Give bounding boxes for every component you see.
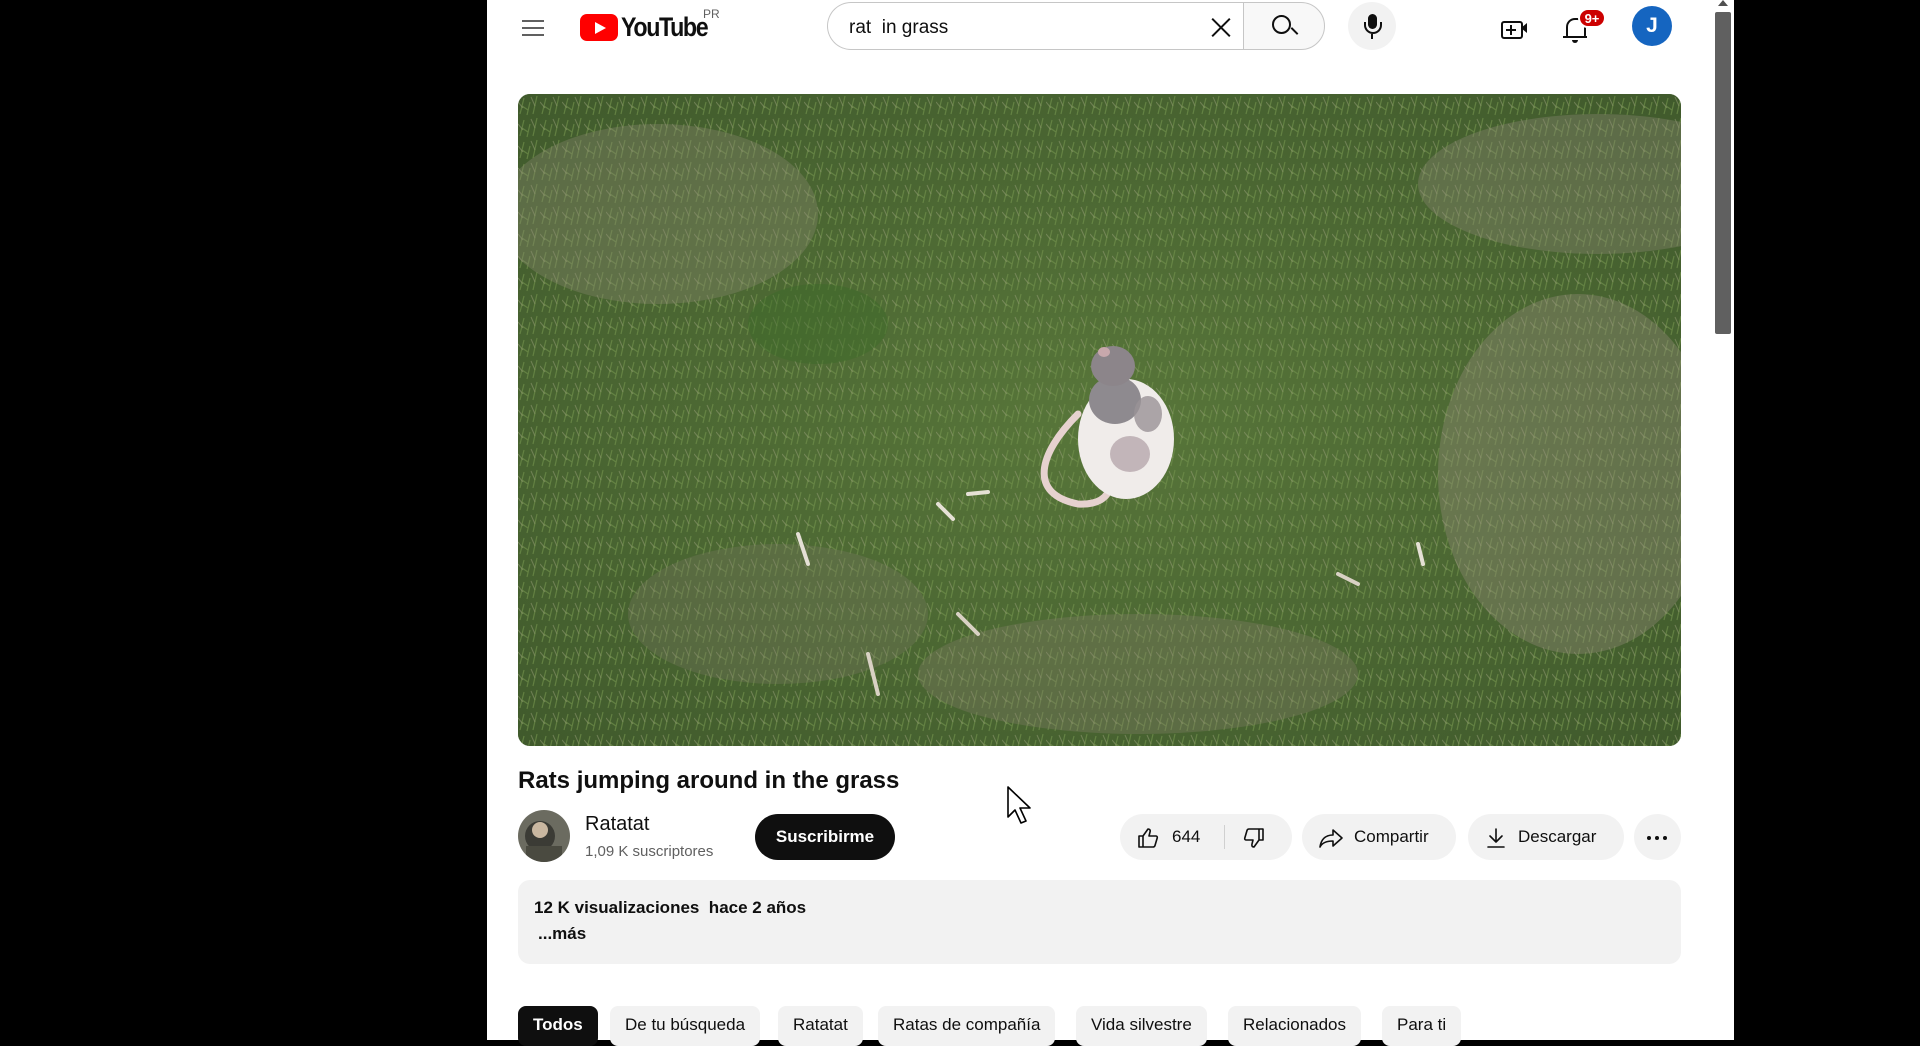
share-label: Compartir bbox=[1354, 827, 1429, 846]
view-count-and-date: 12 K visualizaciones hace 2 años bbox=[534, 898, 807, 917]
filter-chip[interactable]: Ratatat bbox=[778, 1006, 863, 1046]
clear-search-icon[interactable] bbox=[1208, 14, 1234, 40]
more-dot bbox=[1655, 836, 1659, 840]
description-box[interactable]: 12 K visualizaciones hace 2 años ...más bbox=[518, 880, 1681, 964]
search-icon-handle bbox=[1290, 27, 1299, 35]
channel-name[interactable]: Ratatat bbox=[585, 813, 649, 836]
logo-text: YouTube bbox=[621, 11, 709, 42]
video-player[interactable] bbox=[518, 94, 1681, 746]
like-divider bbox=[1224, 825, 1225, 849]
create-video-icon[interactable] bbox=[1497, 12, 1529, 44]
plus-vertical bbox=[1510, 25, 1512, 35]
filter-chip[interactable]: Vida silvestre bbox=[1076, 1006, 1207, 1046]
microphone-icon-foot bbox=[1371, 34, 1373, 39]
share-arrow-icon bbox=[1319, 829, 1343, 848]
filter-chip[interactable]: Todos bbox=[518, 1006, 598, 1046]
share-button[interactable]: Compartir bbox=[1302, 814, 1456, 860]
search-input-value[interactable]: rat in grass bbox=[849, 17, 948, 39]
download-button[interactable]: Descargar bbox=[1468, 814, 1624, 860]
camera-lens bbox=[1521, 23, 1527, 33]
dislike-button[interactable] bbox=[1226, 814, 1292, 860]
scroll-up-arrow-icon[interactable] bbox=[1718, 0, 1728, 6]
scrollbar-thumb[interactable] bbox=[1715, 12, 1731, 334]
thumbs-up-icon bbox=[1138, 828, 1159, 848]
thumbs-down-icon bbox=[1243, 828, 1264, 848]
filter-chip[interactable]: De tu búsqueda bbox=[610, 1006, 761, 1046]
like-count: 644 bbox=[1172, 827, 1201, 846]
download-icon bbox=[1487, 828, 1505, 848]
more-dots-icon bbox=[1647, 836, 1651, 840]
search-input[interactable]: rat in grass bbox=[827, 2, 1243, 50]
scrollbar[interactable] bbox=[1712, 0, 1734, 1040]
video-title: Rats jumping around in the grass bbox=[518, 767, 900, 794]
download-label: Descargar bbox=[1518, 827, 1597, 846]
logo-region-code: PR bbox=[703, 7, 720, 21]
search-icon bbox=[1272, 15, 1291, 34]
channel-avatar-image bbox=[518, 810, 570, 862]
youtube-play-icon bbox=[580, 13, 618, 41]
search-button[interactable] bbox=[1243, 2, 1325, 50]
filter-chip[interactable]: Relacionados bbox=[1228, 1006, 1362, 1046]
channel-subscriber-count: 1,09 K suscriptores bbox=[585, 843, 714, 860]
like-dislike-group: 644 bbox=[1120, 814, 1292, 860]
description-more-link[interactable]: ...más bbox=[538, 924, 586, 944]
like-button[interactable]: 644 bbox=[1120, 814, 1224, 860]
bell-clapper bbox=[1572, 40, 1578, 43]
microphone-icon-stand bbox=[1364, 22, 1382, 34]
youtube-logo[interactable]: YouTube bbox=[580, 12, 721, 42]
bell-base bbox=[1563, 36, 1587, 38]
filter-chip[interactable]: Para ti bbox=[1382, 1006, 1462, 1046]
filter-chip[interactable]: Ratas de compañía bbox=[878, 1006, 1056, 1046]
voice-search-button[interactable] bbox=[1348, 2, 1396, 50]
channel-avatar[interactable] bbox=[518, 810, 570, 862]
more-dot bbox=[1663, 836, 1667, 840]
hamburger-menu-icon[interactable] bbox=[518, 12, 550, 44]
subscribe-button[interactable]: Suscribirme bbox=[755, 814, 895, 860]
notification-count-badge: 9+ bbox=[1578, 8, 1606, 28]
video-frame-grass-rat bbox=[518, 94, 1681, 746]
user-avatar[interactable]: J bbox=[1632, 6, 1672, 46]
more-actions-button[interactable] bbox=[1634, 814, 1681, 860]
mouse-cursor-icon bbox=[1007, 786, 1031, 824]
